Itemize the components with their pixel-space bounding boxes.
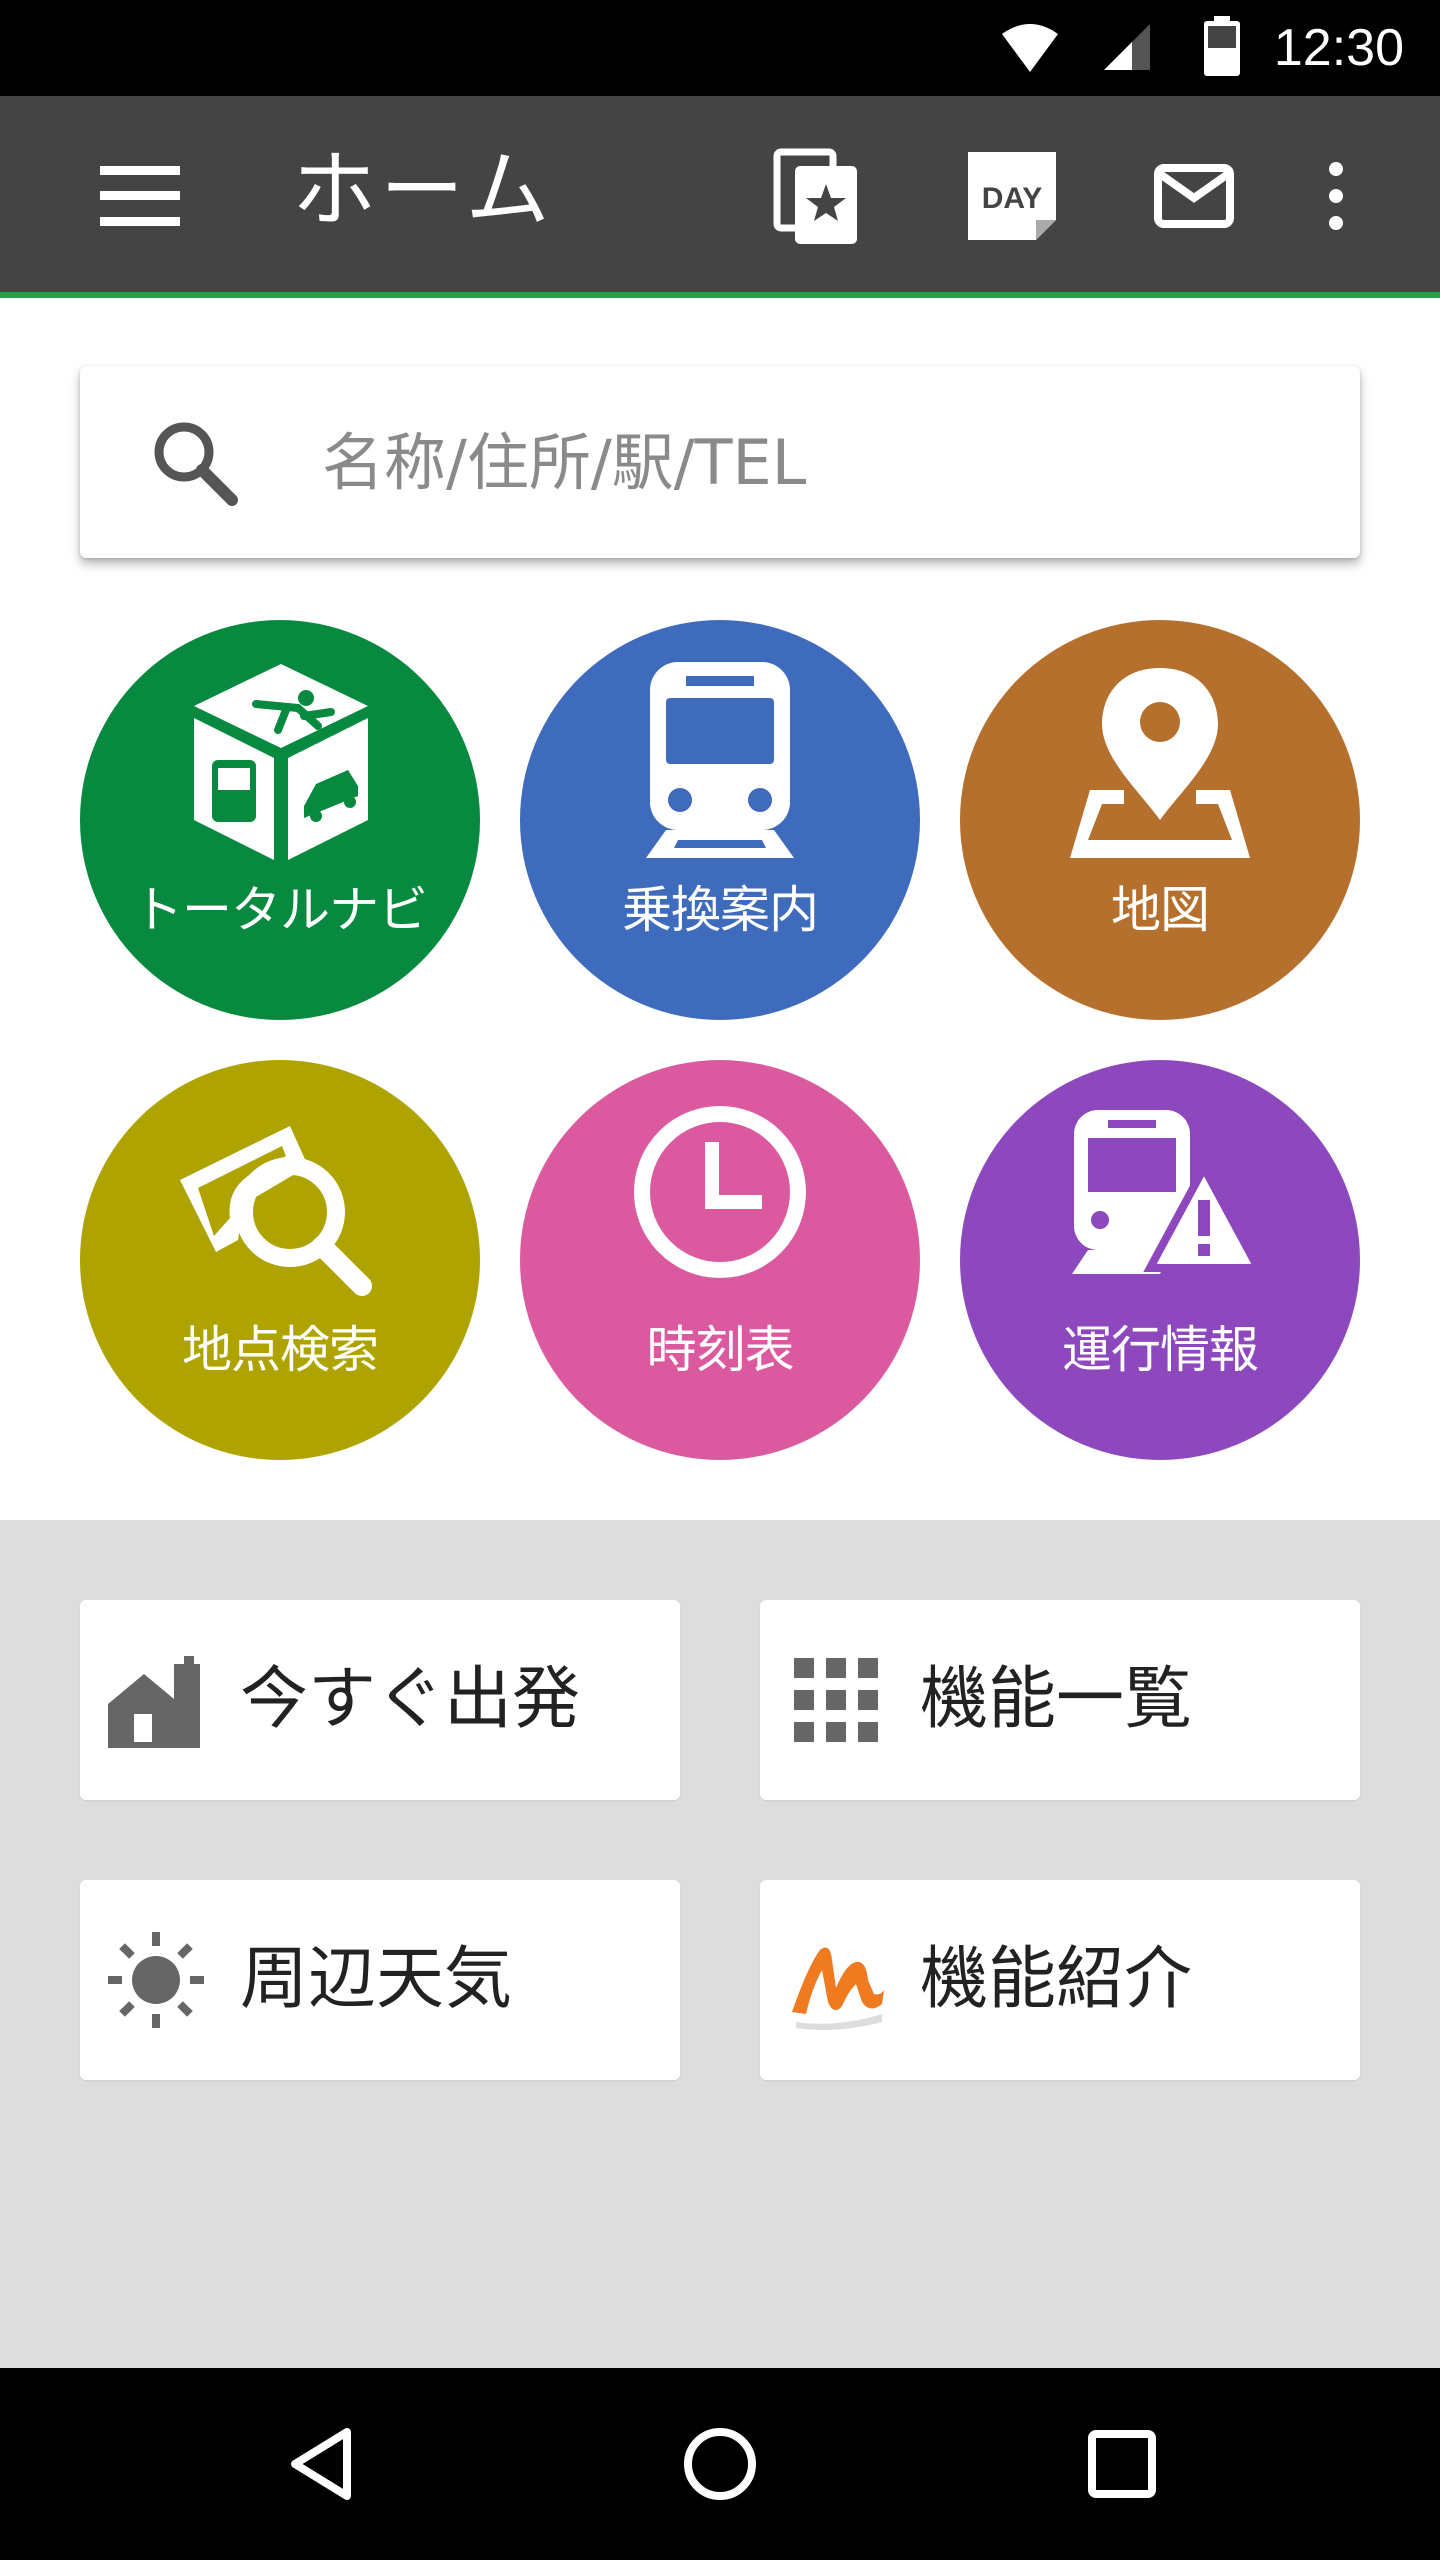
day-button[interactable]: DAY bbox=[962, 146, 1062, 246]
back-triangle-icon bbox=[291, 2428, 351, 2500]
feature-intro-button[interactable]: 機能紹介 bbox=[760, 1880, 1360, 2080]
feature-label: 地点検索 bbox=[182, 1321, 379, 1379]
favorites-button[interactable] bbox=[766, 146, 866, 246]
card-label: 周辺天気 bbox=[240, 1940, 513, 2019]
feature-label: 運行情報 bbox=[1062, 1321, 1259, 1379]
mail-button[interactable] bbox=[1144, 146, 1244, 246]
menu-button[interactable] bbox=[90, 146, 190, 246]
nearby-weather-button[interactable]: 周辺天気 bbox=[80, 1880, 680, 2080]
sun-icon bbox=[108, 1932, 204, 2028]
place-search-icon bbox=[180, 1126, 372, 1296]
feature-total-navi[interactable]: トータルナビ bbox=[80, 620, 480, 1020]
wifi-icon bbox=[1002, 24, 1058, 72]
back-button[interactable] bbox=[262, 2404, 382, 2524]
feature-label: 時刻表 bbox=[646, 1321, 795, 1379]
feature-timetable[interactable]: 時刻表 bbox=[520, 1060, 920, 1460]
card-label: 今すぐ出発 bbox=[240, 1660, 581, 1739]
train-icon bbox=[646, 662, 794, 858]
clock-icon bbox=[634, 1106, 806, 1278]
search-icon bbox=[154, 422, 238, 506]
search-input[interactable] bbox=[320, 406, 1304, 518]
feature-place-search[interactable]: 地点検索 bbox=[80, 1060, 480, 1460]
house-building-icon bbox=[108, 1656, 200, 1748]
more-button[interactable] bbox=[1286, 146, 1386, 246]
app-bar: ホーム DAY bbox=[0, 96, 1440, 298]
recents-square-icon bbox=[1088, 2430, 1156, 2498]
home-circle-icon bbox=[684, 2428, 756, 2500]
hamburger-icon bbox=[100, 166, 180, 226]
train-warning-icon bbox=[1072, 1110, 1260, 1274]
recents-button[interactable] bbox=[1062, 2404, 1182, 2524]
day-calendar-icon: DAY bbox=[968, 152, 1056, 240]
m-logo-icon bbox=[792, 1947, 884, 2030]
grid-icon bbox=[794, 1658, 878, 1742]
feature-label: トータルナビ bbox=[133, 881, 428, 939]
more-vert-icon bbox=[1329, 162, 1343, 230]
map-pin-icon bbox=[1070, 668, 1250, 858]
mail-icon bbox=[1154, 164, 1234, 228]
feature-map[interactable]: 地図 bbox=[960, 620, 1360, 1020]
signal-icon bbox=[1104, 24, 1150, 70]
card-label: 機能一覧 bbox=[920, 1660, 1193, 1739]
feature-service-info[interactable]: 運行情報 bbox=[960, 1060, 1360, 1460]
feature-label: 地図 bbox=[1111, 881, 1210, 939]
star-card-icon bbox=[773, 148, 857, 244]
status-bar: 12:30 bbox=[0, 0, 1440, 96]
card-label: 機能紹介 bbox=[920, 1940, 1193, 2019]
system-nav-bar bbox=[0, 2368, 1440, 2560]
page-title: ホーム bbox=[292, 141, 554, 239]
feature-label: 乗換案内 bbox=[622, 881, 819, 939]
feature-list-button[interactable]: 機能一覧 bbox=[760, 1600, 1360, 1800]
status-time: 12:30 bbox=[1273, 19, 1404, 77]
home-button[interactable] bbox=[660, 2404, 780, 2524]
depart-now-button[interactable]: 今すぐ出発 bbox=[80, 1600, 680, 1800]
battery-icon bbox=[1204, 16, 1240, 76]
cube-navi-icon bbox=[194, 664, 368, 860]
day-badge-text: DAY bbox=[982, 182, 1043, 215]
feature-transfer[interactable]: 乗換案内 bbox=[520, 620, 920, 1020]
search-bar[interactable] bbox=[80, 366, 1360, 558]
